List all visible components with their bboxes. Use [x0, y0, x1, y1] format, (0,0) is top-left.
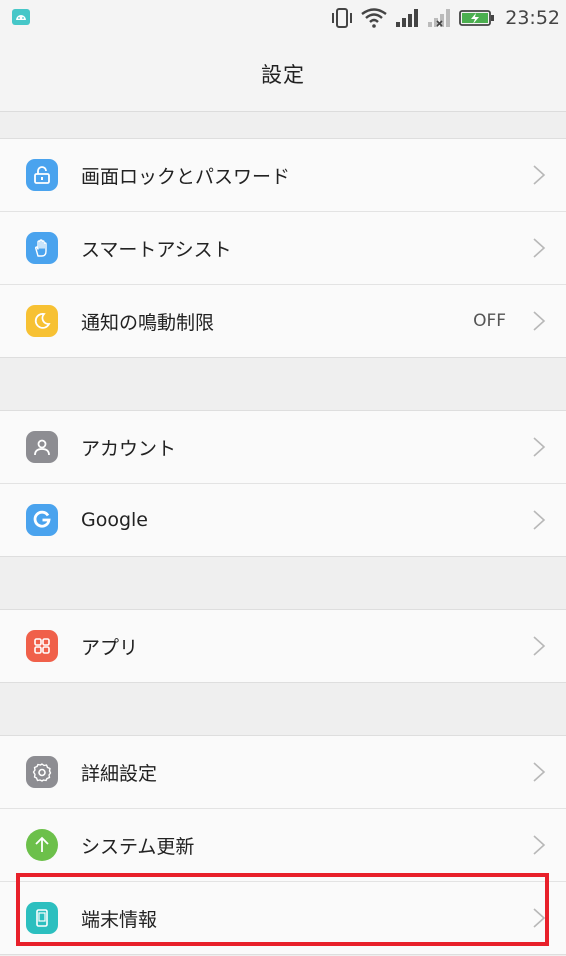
settings-item-system-update[interactable]: システム更新 — [0, 808, 566, 881]
chevron-right-icon — [533, 510, 546, 530]
dnd-status-value: OFF — [473, 311, 506, 331]
status-bar: 23:52 — [0, 0, 566, 36]
settings-item-label: アプリ — [81, 636, 139, 659]
moon-icon — [26, 305, 58, 337]
settings-item-about-phone[interactable]: 端末情報 — [0, 881, 566, 954]
settings-item-screen-lock[interactable]: 画面ロックとパスワード — [0, 139, 566, 211]
wifi-icon — [361, 8, 387, 28]
settings-group-apps: アプリ — [0, 609, 566, 683]
settings-item-smart-assist[interactable]: スマートアシスト — [0, 211, 566, 284]
no-signal-icon — [428, 9, 451, 27]
settings-group-accounts: アカウント Google — [0, 410, 566, 557]
settings-item-do-not-disturb[interactable]: 通知の鳴動制限 OFF — [0, 284, 566, 357]
vibrate-icon — [332, 8, 353, 28]
page-title: 設定 — [261, 62, 305, 87]
title-bar: 設定 — [0, 36, 566, 112]
chevron-right-icon — [533, 636, 546, 656]
settings-item-label: 画面ロックとパスワード — [81, 165, 291, 188]
settings-item-label: 端末情報 — [81, 908, 158, 931]
settings-item-label: 通知の鳴動制限 — [81, 311, 215, 334]
settings-item-label: Google — [81, 509, 149, 531]
status-icons: 23:52 — [323, 0, 560, 36]
lock-icon — [26, 159, 58, 191]
apps-grid-icon — [26, 630, 58, 662]
settings-item-google[interactable]: Google — [0, 483, 566, 556]
person-icon — [26, 431, 58, 463]
settings-item-accounts[interactable]: アカウント — [0, 411, 566, 483]
chevron-right-icon — [533, 835, 546, 855]
gear-icon — [26, 756, 58, 788]
chevron-right-icon — [533, 762, 546, 782]
settings-item-label: 詳細設定 — [81, 762, 158, 785]
chevron-right-icon — [533, 311, 546, 331]
settings-item-label: スマートアシスト — [81, 238, 232, 261]
settings-item-label: システム更新 — [81, 835, 195, 858]
phone-info-icon — [26, 902, 58, 934]
chevron-right-icon — [533, 165, 546, 185]
settings-group-system: 詳細設定 システム更新 端末情報 — [0, 735, 566, 955]
chevron-right-icon — [533, 437, 546, 457]
battery-charging-icon — [459, 10, 495, 26]
settings-item-label: アカウント — [81, 437, 177, 460]
settings-item-advanced[interactable]: 詳細設定 — [0, 736, 566, 808]
chevron-right-icon — [533, 238, 546, 258]
android-notification-icon — [12, 9, 30, 25]
settings-item-apps[interactable]: アプリ — [0, 610, 566, 682]
settings-group-security: 画面ロックとパスワード スマートアシスト 通知の鳴動制限 OFF — [0, 138, 566, 358]
arrow-up-icon — [26, 829, 58, 861]
chevron-right-icon — [533, 908, 546, 928]
signal-icon — [396, 9, 419, 27]
hand-icon — [26, 232, 58, 264]
google-icon — [26, 504, 58, 536]
status-time: 23:52 — [505, 7, 560, 29]
